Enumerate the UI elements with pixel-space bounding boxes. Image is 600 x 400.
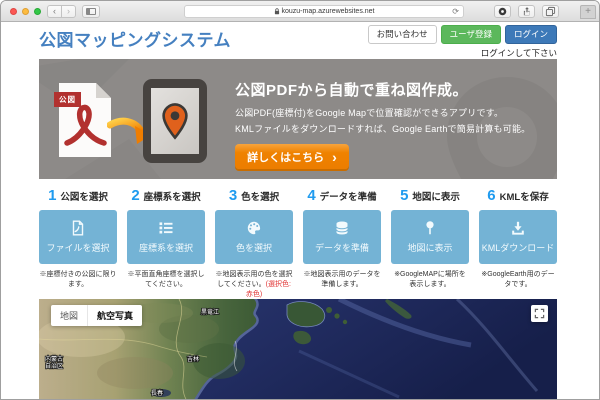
page-title: 公図マッピングシステム [39,26,231,51]
step-column-4: 4 データを準備 データを準備 ※地図表示用のデータを準備します。 [303,187,381,300]
sidebar-icon [86,8,96,15]
step-button-label: データを準備 [315,241,369,254]
url-bar[interactable]: kouzu-map.azurewebsites.net ⟳ [184,5,464,18]
step-note: ※座標付きの公図に限ります。 [39,270,117,290]
share-button[interactable] [518,5,535,18]
browser-window: ‹ › kouzu-map.azurewebsites.net ⟳ + 公図マッ… [0,0,600,400]
list-icon [158,220,174,236]
step-note: ※GoogleMAPに場所を表示します。 [391,270,469,290]
step-note: ※地図表示用のデータを準備します。 [303,270,381,290]
details-button[interactable]: 詳しくはこちら › [235,144,349,169]
details-button-label: 詳しくはこちら [247,149,324,165]
select-crs-button[interactable]: 座標系を選択 [127,210,205,264]
login-hint: ログインして下さい [481,47,557,59]
step-column-2: 2 座標系を選択 座標系を選択 ※平面直角座標を選択してください。 [127,187,205,300]
palette-icon [246,220,262,236]
url-text: kouzu-map.azurewebsites.net [282,8,375,15]
tabs-overview-button[interactable] [542,5,559,18]
step-title: 公図を選択 [60,189,108,203]
step-title: KMLを保存 [500,189,549,203]
step-button-label: 座標系を選択 [139,241,193,254]
select-color-button[interactable]: 色を選択 [215,210,293,264]
back-button[interactable]: ‹ [47,5,62,18]
window-minimize-button[interactable] [22,8,29,15]
step-number: 6 [487,187,495,204]
step-button-label: KMLダウンロード [482,241,555,254]
step-number: 4 [307,187,315,204]
window-controls [10,8,41,15]
share-icon [522,6,532,17]
browser-chrome: ‹ › kouzu-map.azurewebsites.net ⟳ + [1,1,599,22]
tabs-icon [545,6,556,17]
step-column-6: 6 KMLを保存 KMLダウンロード ※GoogleEarth用のデータです。 [479,187,557,300]
step-number: 3 [229,187,237,204]
steps-section: 1 公図を選択 ファイルを選択 ※座標付きの公図に限ります。 2 座標系を選択 [39,187,557,300]
kml-download-button[interactable]: KMLダウンロード [479,210,557,264]
map-pin-icon [161,101,189,141]
step-column-5: 5 地図に表示 地図に表示 ※GoogleMAPに場所を表示します。 [391,187,469,300]
step-button-label: 色を選択 [236,241,272,254]
fullscreen-icon [534,308,545,319]
map-label-heilongjiang: 黒竜江 [201,308,219,316]
step-note: ※平面直角座標を選択してください。 [127,270,205,290]
hero-line-2: KMLファイルをダウンロードすれば、Google Earthで簡易計算も可能。 [235,122,551,135]
step-note: ※GoogleEarth用のデータです。 [479,270,557,290]
forward-button[interactable]: › [61,5,76,18]
nav-buttons: ‹ › [47,5,76,18]
step-number: 1 [48,187,56,204]
map-pin-icon [422,220,438,236]
map-label-inner-mongolia-2: 自治区 [45,362,63,370]
select-file-button[interactable]: ファイルを選択 [39,210,117,264]
pdf-document-icon: 公図 [59,83,111,157]
pdf-file-icon [70,220,86,236]
sidebar-toggle-button[interactable] [82,5,100,18]
hero-copy: 公図PDFから自動で重ね図作成。 公図PDF(座標付)をGoogle Mapで位… [235,79,551,135]
step-title: 色を選択 [241,189,279,203]
window-close-button[interactable] [10,8,17,15]
step-title: 座標系を選択 [144,189,201,203]
map-canvas[interactable]: 黒竜江 吉林 内蒙古 自治区 長春 地図 航空写真 [39,299,557,400]
map-label-changchun: 長春 [151,389,163,397]
download-icon [510,220,526,236]
pdf-badge: 公図 [54,92,81,107]
chevron-right-icon: › [332,150,337,164]
step-column-1: 1 公図を選択 ファイルを選択 ※座標付きの公図に限ります。 [39,187,117,300]
tablet-screen [151,88,199,154]
map-type-control: 地図 航空写真 [51,305,142,326]
step-column-3: 3 色を選択 色を選択 ※地図表示用の色を選択してください。(選択色:赤色) [215,187,293,300]
reload-button[interactable]: ⟳ [452,7,459,16]
login-button[interactable]: ログイン [505,25,557,44]
step-number: 2 [131,187,139,204]
step-title: 地図に表示 [412,189,460,203]
step-title: データを準備 [320,189,377,203]
contact-button[interactable]: お問い合わせ [368,25,437,44]
hero-title: 公図PDFから自動で重ね図作成。 [235,79,551,100]
new-tab-button[interactable]: + [580,5,596,19]
show-on-map-button[interactable]: 地図に表示 [391,210,469,264]
extension-icon [497,6,508,17]
header-buttons: お問い合わせ ユーザ登録 ログイン [368,25,557,44]
lock-icon [274,8,280,15]
fullscreen-button[interactable] [531,305,548,322]
map-type-satellite-button[interactable]: 航空写真 [88,305,142,326]
step-number: 5 [400,187,408,204]
register-button[interactable]: ユーザ登録 [441,25,501,44]
step-button-label: 地図に表示 [407,241,452,254]
hero-line-1: 公図PDF(座標付)をGoogle Mapで位置確認ができるアプリです。 [235,106,551,119]
tablet-icon [143,79,207,163]
map-type-map-button[interactable]: 地図 [51,305,87,326]
window-zoom-button[interactable] [34,8,41,15]
hero-banner: 公図 [39,59,557,179]
database-icon [334,220,350,236]
step-button-label: ファイルを選択 [46,241,109,254]
extension-button[interactable] [494,5,511,18]
step-note: ※地図表示用の色を選択してください。(選択色:赤色) [215,270,293,300]
prepare-data-button[interactable]: データを準備 [303,210,381,264]
map-label-jilin: 吉林 [187,355,199,363]
map-label-inner-mongolia-1: 内蒙古 [45,355,63,363]
